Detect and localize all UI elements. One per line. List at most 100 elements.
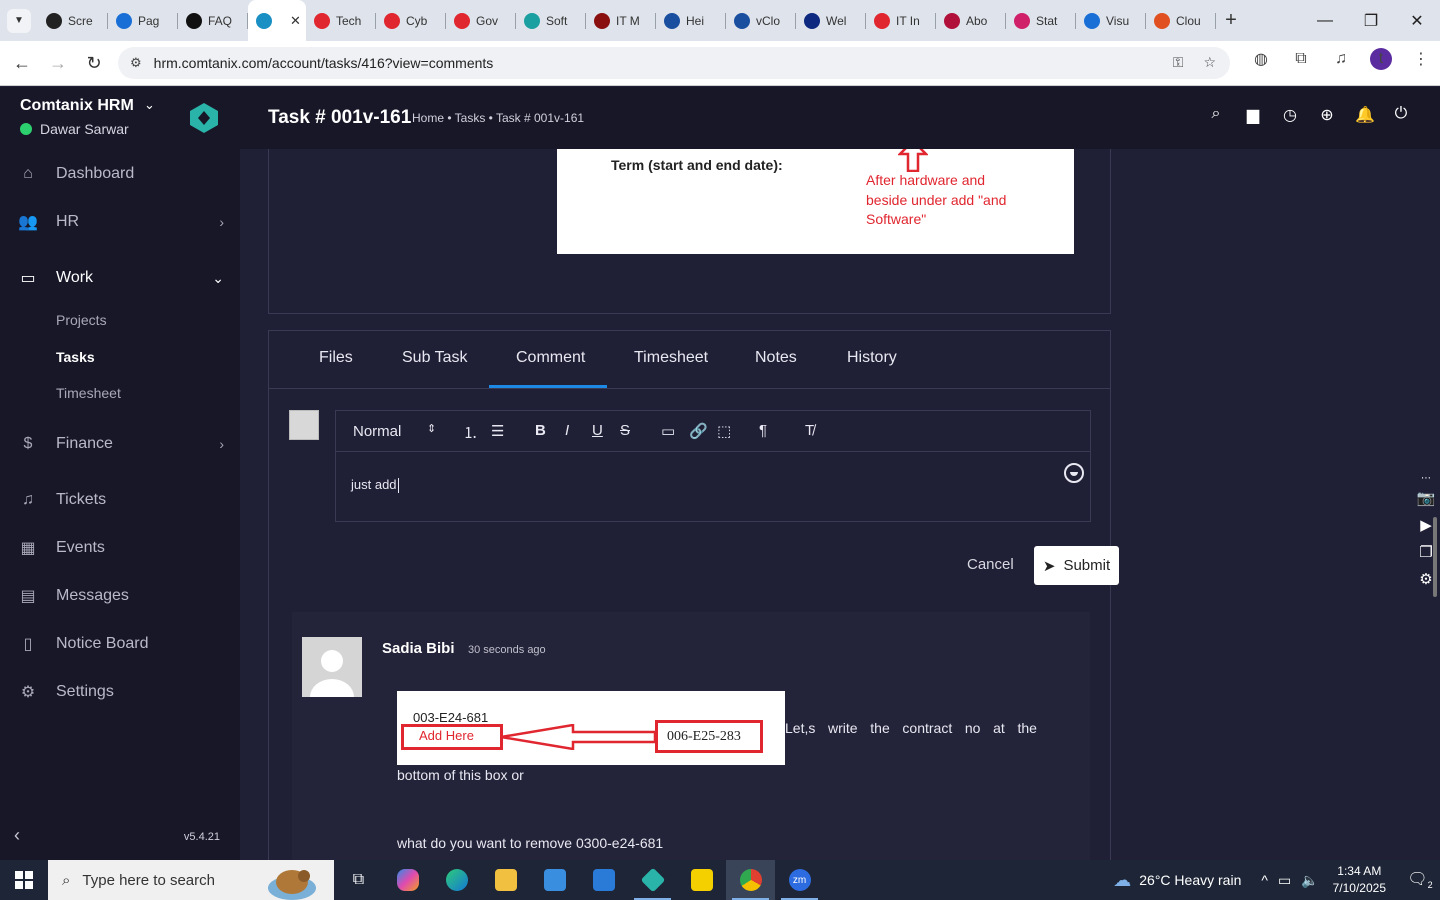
tab-history[interactable]: History xyxy=(847,349,897,367)
site-info-icon[interactable]: ⚙ xyxy=(130,55,142,71)
network-icon[interactable]: ▭ xyxy=(1278,872,1291,889)
browser-tab[interactable]: vClo xyxy=(726,0,796,41)
browser-tab[interactable]: Abo xyxy=(936,0,1006,41)
store-icon[interactable] xyxy=(530,860,579,900)
tab-sub-task[interactable]: Sub Task xyxy=(402,349,468,367)
sidebar-subitem-tasks[interactable]: Tasks xyxy=(56,349,95,365)
underline-icon[interactable]: U xyxy=(592,422,603,439)
chevron-down-icon[interactable]: ⌄ xyxy=(144,97,155,113)
browser-tab[interactable]: Stat xyxy=(1006,0,1076,41)
strikethrough-icon[interactable]: S xyxy=(620,422,630,439)
sidebar-item-hr[interactable]: 👥 HR › xyxy=(0,202,240,242)
browser-tab[interactable]: Clou xyxy=(1146,0,1216,41)
comtanix-app-icon[interactable] xyxy=(628,860,677,900)
tab-search-button[interactable]: ▼ xyxy=(0,0,38,41)
brand-name[interactable]: Comtanix HRM xyxy=(20,97,134,115)
media-control-icon[interactable]: ♫ xyxy=(1330,50,1352,68)
system-clock[interactable]: 1:34 AM 7/10/2025 xyxy=(1333,863,1386,897)
bell-icon[interactable]: 🔔 xyxy=(1355,105,1375,125)
gear-icon[interactable]: ⚙ xyxy=(1412,570,1440,597)
sidebar-item-work[interactable]: ▭ Work ⌄ xyxy=(0,258,240,298)
zoom-icon[interactable]: zm xyxy=(775,860,824,900)
browser-tab[interactable]: IT In xyxy=(866,0,936,41)
image-icon[interactable]: ⬚ xyxy=(717,422,731,440)
clear-format-icon[interactable]: T̸ xyxy=(805,422,814,439)
profile-avatar[interactable]: t xyxy=(1370,48,1392,70)
browser-tab[interactable]: Tech xyxy=(306,0,376,41)
back-icon[interactable]: ← xyxy=(4,45,40,81)
video-icon[interactable]: ▶ xyxy=(1412,516,1440,543)
sidebar-item-finance[interactable]: $ Finance › xyxy=(0,424,240,464)
weather-widget[interactable]: ☁ 26°C Heavy rain xyxy=(1113,870,1241,891)
close-tab-icon[interactable]: ✕ xyxy=(290,13,301,29)
browser-tab[interactable]: FAQ xyxy=(178,0,248,41)
chrome-icon[interactable] xyxy=(726,860,775,900)
forward-icon[interactable]: → xyxy=(40,45,76,81)
emoji-icon[interactable] xyxy=(1064,463,1084,483)
browser-tab[interactable]: Wel xyxy=(796,0,866,41)
add-circle-icon[interactable]: ⊕ xyxy=(1318,105,1336,125)
bookmark-star-icon[interactable]: ☆ xyxy=(1203,54,1216,71)
copilot-icon[interactable] xyxy=(383,860,432,900)
comment-input[interactable]: just add xyxy=(351,477,399,494)
password-key-icon[interactable]: ⚿ xyxy=(1173,54,1184,71)
sticky-notes-icon[interactable] xyxy=(677,860,726,900)
submit-button[interactable]: ➤ Submit xyxy=(1034,546,1119,585)
clock-icon[interactable]: ◷ xyxy=(1281,105,1299,125)
italic-icon[interactable]: I xyxy=(565,422,569,439)
translate-icon[interactable]: ◍ xyxy=(1250,49,1272,69)
tab-notes[interactable]: Notes xyxy=(755,349,797,367)
task-view-icon[interactable]: ⧉ xyxy=(334,860,383,900)
comment-attachment-image[interactable]: 003-E24-681 Add Here 006-E25-283 xyxy=(397,691,785,765)
link-icon[interactable]: 🔗 xyxy=(689,422,708,440)
edge-icon[interactable] xyxy=(432,860,481,900)
tab-timesheet[interactable]: Timesheet xyxy=(634,349,708,367)
cancel-button[interactable]: Cancel xyxy=(967,556,1014,573)
notification-center-icon[interactable]: 🗨2 xyxy=(1400,869,1440,890)
comment-author[interactable]: Sadia Bibi xyxy=(382,640,455,657)
more-icon[interactable]: ⋯ xyxy=(1412,473,1440,489)
ordered-list-icon[interactable]: ⒈ xyxy=(463,422,478,443)
tab-comment[interactable]: Comment xyxy=(516,349,585,367)
browser-tab[interactable]: ✕ xyxy=(248,0,306,41)
camera-icon[interactable]: 📷 xyxy=(1412,489,1440,516)
sticky-note-icon[interactable]: ▆ xyxy=(1244,105,1262,125)
close-icon[interactable]: ✕ xyxy=(1394,0,1440,41)
browser-tab[interactable]: IT M xyxy=(586,0,656,41)
browser-tab[interactable]: Visu xyxy=(1076,0,1146,41)
sidebar-item-notice-board[interactable]: ▯ Notice Board xyxy=(0,624,240,664)
browser-tab[interactable]: Soft xyxy=(516,0,586,41)
taskbar-search[interactable]: ⌕ Type here to search xyxy=(48,860,334,900)
sidebar-subitem-timesheet[interactable]: Timesheet xyxy=(56,385,121,401)
chevron-up-icon[interactable]: ^ xyxy=(1261,872,1268,889)
blockquote-icon[interactable]: ▭ xyxy=(661,422,675,440)
tab-files[interactable]: Files xyxy=(319,349,353,367)
maximize-icon[interactable]: ❐ xyxy=(1348,0,1394,41)
new-tab-button[interactable]: + xyxy=(1216,9,1246,32)
minimize-icon[interactable]: — xyxy=(1302,0,1348,41)
mail-icon[interactable] xyxy=(579,860,628,900)
format-select[interactable]: Normal xyxy=(353,423,401,440)
text-direction-icon[interactable]: ¶ xyxy=(759,422,767,439)
reload-icon[interactable]: ↻ xyxy=(76,45,112,81)
attachment-image[interactable]: Term (start and end date): After hardwar… xyxy=(557,149,1074,254)
search-icon[interactable]: ⌕ xyxy=(1207,105,1225,125)
menu-kebab-icon[interactable]: ⋮ xyxy=(1410,49,1432,69)
bullet-list-icon[interactable]: ☰ xyxy=(491,422,504,440)
file-explorer-icon[interactable] xyxy=(481,860,530,900)
browser-tab[interactable]: Gov xyxy=(446,0,516,41)
address-bar[interactable]: ⚙ hrm.comtanix.com/account/tasks/416?vie… xyxy=(118,47,1230,79)
sidebar-item-settings[interactable]: ⚙ Settings xyxy=(0,672,240,712)
volume-icon[interactable]: 🔈 xyxy=(1301,872,1318,889)
comment-editor[interactable]: Normal ⇕ ⒈ ☰ B I U S ▭ 🔗 ⬚ ¶ T̸ just add xyxy=(335,410,1091,522)
sidebar-item-tickets[interactable]: ♫ Tickets xyxy=(0,480,240,520)
windows-start-button[interactable] xyxy=(0,860,48,900)
extensions-icon[interactable]: ⧉ xyxy=(1290,50,1312,68)
sidebar-subitem-projects[interactable]: Projects xyxy=(56,312,107,328)
browser-tab[interactable]: Scre xyxy=(38,0,108,41)
sidebar-item-dashboard[interactable]: ⌂ Dashboard xyxy=(0,154,240,194)
sidebar-item-events[interactable]: ▦ Events xyxy=(0,528,240,568)
app-logo-icon[interactable] xyxy=(188,103,220,133)
browser-tab[interactable]: Hei xyxy=(656,0,726,41)
breadcrumb[interactable]: Home • Tasks • Task # 001v-161 xyxy=(412,111,584,125)
